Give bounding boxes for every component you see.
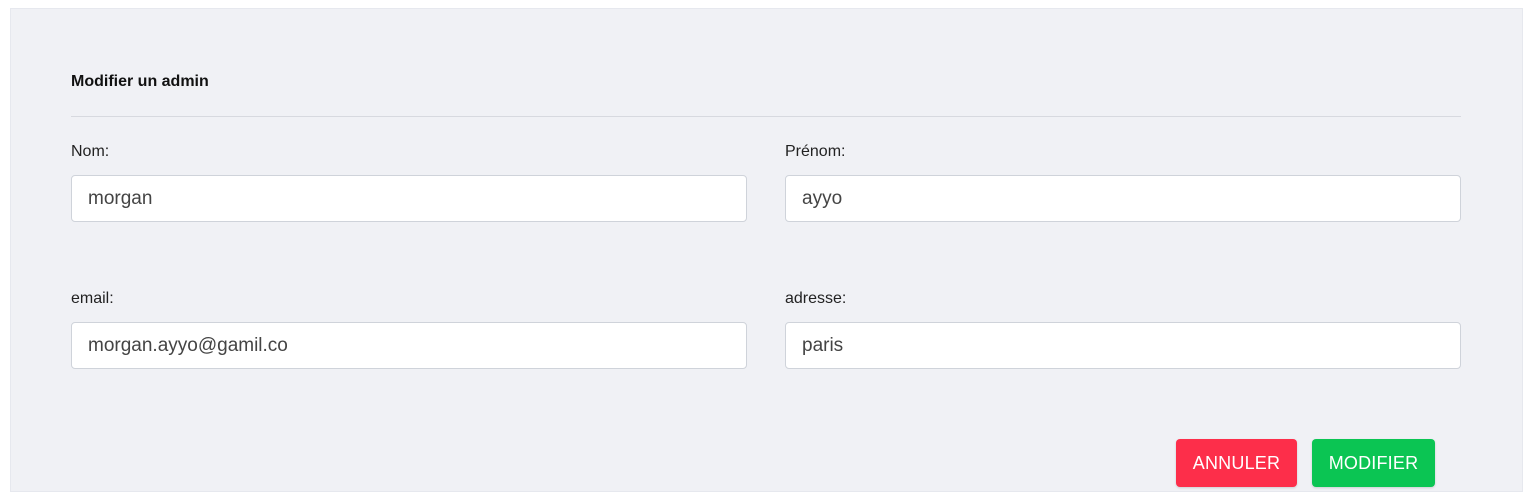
adresse-input[interactable] [785,322,1461,369]
title-divider [71,116,1461,117]
cancel-button[interactable]: ANNULER [1176,439,1297,487]
form-title: Modifier un admin [71,73,209,90]
prenom-label: Prénom: [785,143,846,160]
prenom-input[interactable] [785,175,1461,222]
email-label: email: [71,290,114,307]
nom-input[interactable] [71,175,747,222]
nom-label: Nom: [71,143,110,160]
adresse-label: adresse: [785,290,847,307]
form-panel [10,8,1523,492]
submit-button[interactable]: MODIFIER [1312,439,1435,487]
email-input[interactable] [71,322,747,369]
